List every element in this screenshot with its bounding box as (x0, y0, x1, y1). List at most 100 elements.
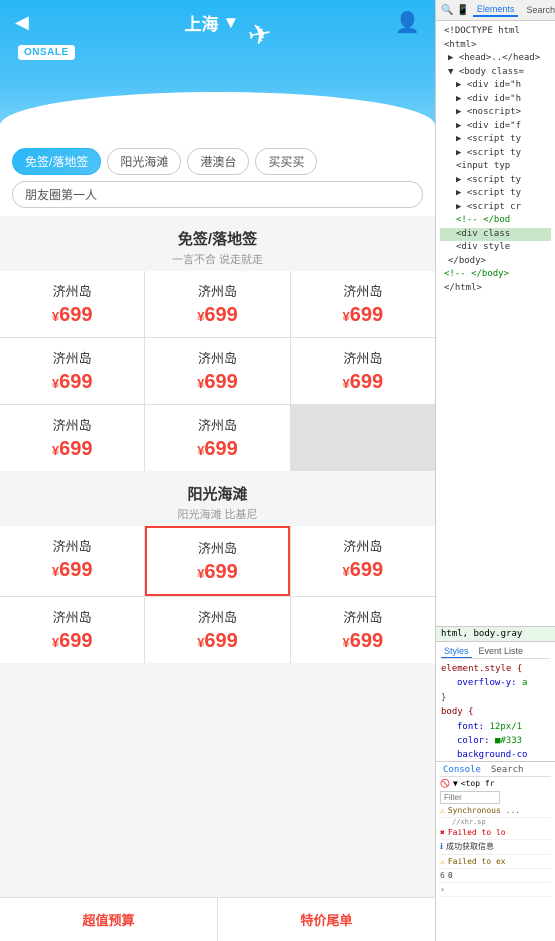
product-name: 济州岛 (8, 607, 136, 626)
product-card[interactable]: 济州岛 ¥699 (145, 405, 289, 471)
section2-grid: 济州岛 ¥699 济州岛 ¥699 济州岛 ¥699 济州岛 ¥699 济州岛 … (0, 526, 435, 663)
onsale-badge: ONSALE (18, 45, 75, 60)
console-tabs: Console Search (440, 764, 551, 777)
console-tab-search[interactable]: Search (488, 764, 527, 776)
filter-tab-2[interactable]: 港澳台 (187, 148, 249, 175)
product-price: ¥699 (8, 371, 136, 394)
device-icon[interactable]: 📱 (456, 5, 468, 16)
section1-title: 免签/落地签 (0, 228, 435, 249)
console-section: Console Search 🚫 ▼ <top fr ⚠ Synchronous… (436, 761, 555, 941)
tree-node[interactable]: ▶ <script cr (440, 201, 551, 215)
console-tab-console[interactable]: Console (440, 764, 484, 776)
product-price: ¥699 (153, 371, 281, 394)
product-price: ¥699 (299, 559, 427, 582)
product-name: 济州岛 (299, 348, 427, 367)
product-card[interactable]: 济州岛 ¥699 (0, 526, 144, 596)
clear-console-icon[interactable]: 🚫 (440, 779, 450, 788)
product-card[interactable]: 济州岛 ¥699 (0, 338, 144, 404)
section1-header: 免签/落地签 一言不合 说走就走 (0, 216, 435, 271)
tree-node[interactable]: ▶ <div id="h (440, 79, 551, 93)
console-text: Failed to ex (448, 856, 506, 867)
product-name: 济州岛 (299, 536, 427, 555)
product-card[interactable]: 济州岛 ¥699 (0, 271, 144, 337)
product-price: ¥699 (8, 630, 136, 653)
tree-node[interactable]: <!-- </body> (440, 268, 551, 282)
product-price: ¥699 (153, 630, 281, 653)
section2-header: 阳光海滩 阳光海滩 比基尼 (0, 471, 435, 526)
product-name: 济州岛 (153, 281, 281, 300)
console-text: 成功获取信息 (446, 841, 494, 852)
product-card[interactable]: 济州岛 ¥699 (145, 597, 289, 663)
filter-tab-1[interactable]: 阳光海滩 (107, 148, 181, 175)
tree-node[interactable]: ▶ <script ty (440, 147, 551, 161)
tab-elements[interactable]: Elements (473, 3, 519, 17)
prompt-icon: › (440, 884, 445, 895)
product-price: ¥699 (8, 304, 136, 327)
tree-node[interactable]: <html> (440, 39, 551, 53)
styles-tab-events[interactable]: Event Liste (476, 645, 527, 658)
console-entry: ℹ 成功获取信息 (440, 840, 551, 854)
warning-icon: ⚠ (440, 805, 445, 816)
product-name: 济州岛 (153, 607, 281, 626)
city-selector[interactable]: 上海 ▼ (185, 10, 240, 35)
filter-dropdown-icon[interactable]: ▼ (453, 779, 458, 788)
tree-node[interactable]: ▶ <noscript> (440, 106, 551, 120)
filter-tab-row2-0[interactable]: 朋友圈第一人 (12, 181, 423, 208)
tree-node-selected[interactable]: <div class (440, 228, 551, 242)
product-card[interactable]: 济州岛 ¥699 (291, 338, 435, 404)
dom-tree: <!DOCTYPE html <html> ▶ <head>..</head> … (436, 21, 555, 626)
product-card[interactable]: 济州岛 ¥699 (291, 526, 435, 596)
devtools-panel: 🔍 📱 Elements Search <!DOCTYPE html <html… (435, 0, 555, 941)
console-filter-input[interactable] (440, 791, 500, 804)
product-price: ¥699 (299, 304, 427, 327)
back-button[interactable]: ◀ (15, 12, 29, 33)
top-frame-label: <top fr (461, 779, 495, 788)
tree-node[interactable]: </html> (440, 282, 551, 296)
tree-node[interactable]: ▶ <script ty (440, 133, 551, 147)
styles-rule-0: element.style { overflow-y: a } (441, 662, 550, 705)
product-name: 济州岛 (153, 415, 281, 434)
warning-icon: ⚠ (440, 856, 445, 867)
tree-node[interactable]: ▶ <script ty (440, 187, 551, 201)
tree-node[interactable]: <input typ (440, 160, 551, 174)
devtools-toolbar: 🔍 📱 Elements Search (436, 0, 555, 21)
bottom-tab-1[interactable]: 特价尾单 (218, 898, 435, 941)
section2-title: 阳光海滩 (0, 483, 435, 504)
tree-node[interactable]: <div style (440, 241, 551, 255)
product-price: ¥699 (8, 438, 136, 461)
product-card[interactable]: 济州岛 ¥699 (0, 597, 144, 663)
styles-tab-styles[interactable]: Styles (441, 645, 472, 658)
filter-tab-3[interactable]: 买买买 (255, 148, 317, 175)
product-name: 济州岛 (8, 348, 136, 367)
bottom-tabs: 超值预算 特价尾单 (0, 897, 435, 941)
filter-tab-0[interactable]: 免签/落地签 (12, 148, 101, 175)
log-icon: 6 (440, 870, 445, 881)
product-price: ¥699 (153, 438, 281, 461)
tree-node[interactable]: ▶ <div id="f (440, 120, 551, 134)
tree-node[interactable]: </body> (440, 255, 551, 269)
product-name: 济州岛 (8, 281, 136, 300)
product-name: 济州岛 (153, 348, 281, 367)
bottom-tab-0[interactable]: 超值预算 (0, 898, 218, 941)
tree-node[interactable]: <!-- </bod (440, 214, 551, 228)
app-panel: ◀ 上海 ▼ 👤 ✈ ONSALE 免签/落地签 阳光海滩 港澳台 买买买 朋友… (0, 0, 435, 941)
product-price: ¥699 (299, 371, 427, 394)
tab-search[interactable]: Search (522, 4, 555, 16)
product-card-highlighted[interactable]: 济州岛 ¥699 (145, 526, 289, 596)
product-card[interactable]: 济州岛 ¥699 (145, 338, 289, 404)
tree-node[interactable]: ▶ <script ty (440, 174, 551, 188)
product-card[interactable]: 济州岛 ¥699 (291, 597, 435, 663)
product-card[interactable]: 济州岛 ¥699 (0, 405, 144, 471)
tree-node[interactable]: ▶ <head>..</head> (440, 52, 551, 66)
product-card[interactable]: 济州岛 ¥699 (291, 271, 435, 337)
element-label: html, body.gray (436, 626, 555, 641)
console-entry: 6 0 (440, 869, 551, 883)
product-card[interactable]: 济州岛 ¥699 (145, 271, 289, 337)
tree-node[interactable]: ▼ <body class= (440, 66, 551, 80)
user-icon[interactable]: 👤 (395, 10, 420, 35)
inspect-icon[interactable]: 🔍 (441, 5, 453, 16)
product-name: 济州岛 (8, 536, 136, 555)
product-price: ¥699 (155, 561, 279, 584)
tree-node[interactable]: ▶ <div id="h (440, 93, 551, 107)
app-header: ◀ 上海 ▼ 👤 ✈ ONSALE (0, 0, 435, 140)
